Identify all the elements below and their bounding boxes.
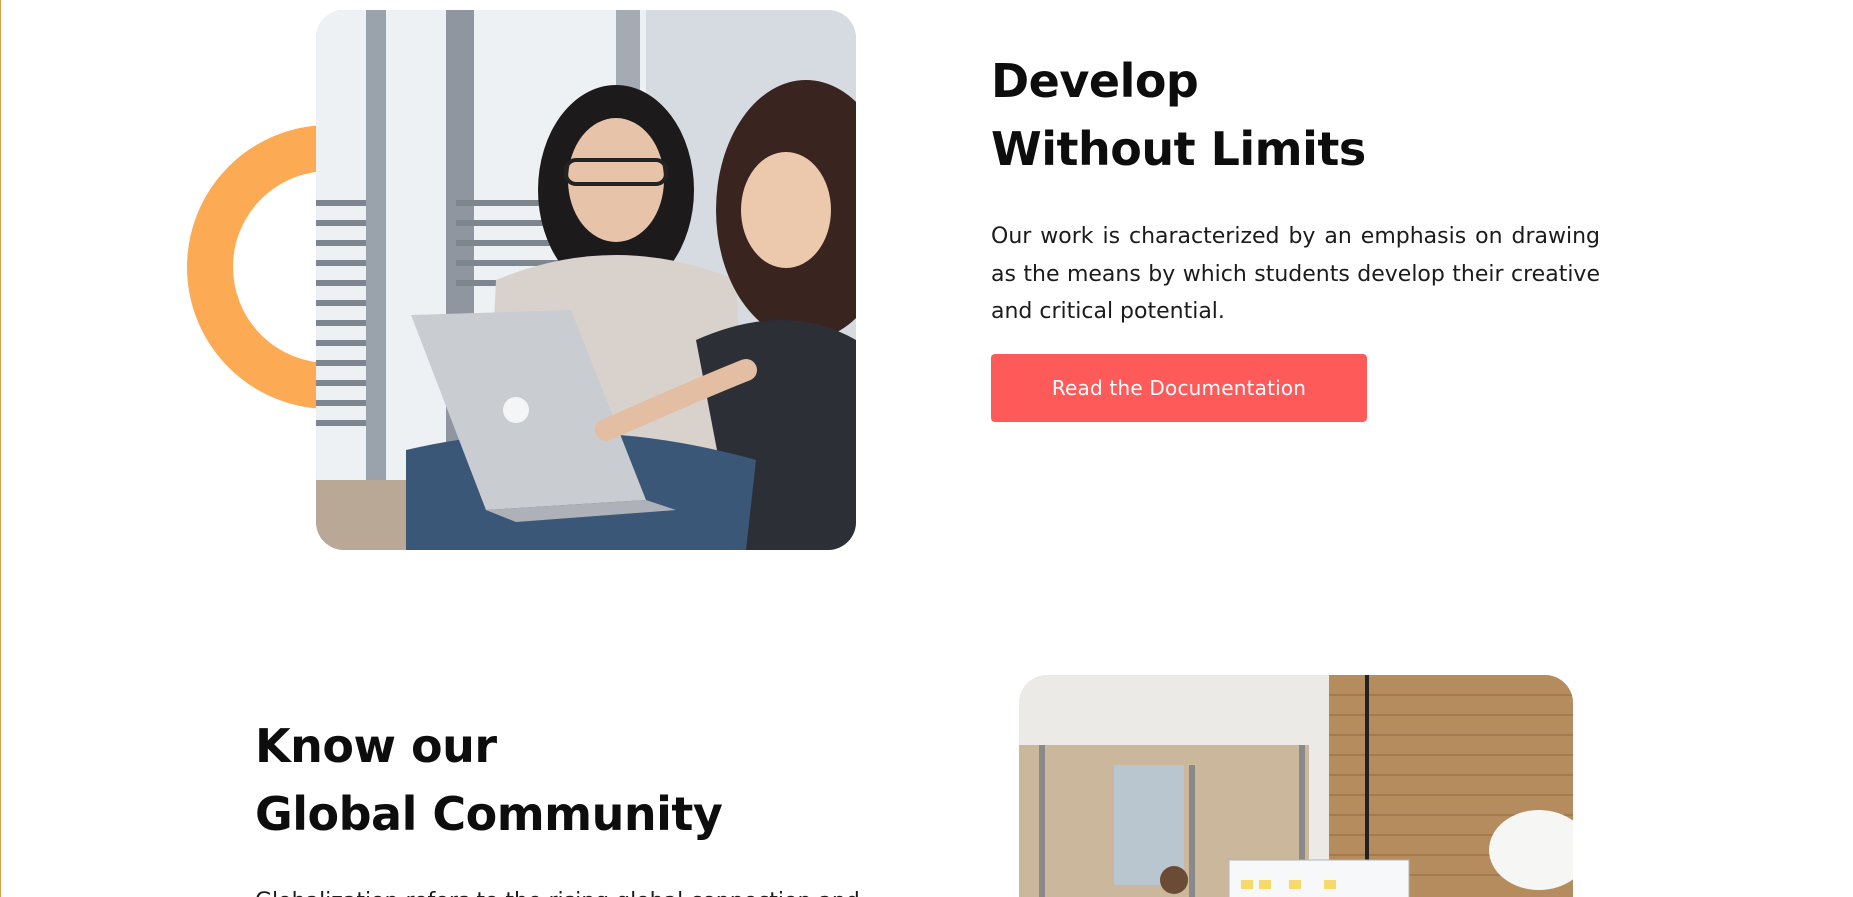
community-heading-line2: Global Community	[255, 787, 723, 841]
develop-description: Our work is characterized by an emphasis…	[991, 224, 1600, 324]
develop-heading-line2: Without Limits	[991, 122, 1366, 176]
read-documentation-button[interactable]: Read the Documentation	[991, 354, 1367, 422]
left-edge-line	[0, 0, 1, 897]
students-laptop-image	[316, 10, 856, 550]
develop-heading: Develop Without Limits	[991, 47, 1366, 183]
office-team-image	[1019, 675, 1573, 897]
community-heading-line1: Know our	[255, 719, 497, 773]
develop-heading-line1: Develop	[991, 54, 1199, 108]
community-heading: Know our Global Community	[255, 712, 723, 848]
community-description: Globalization refers to the rising globa…	[255, 883, 975, 897]
